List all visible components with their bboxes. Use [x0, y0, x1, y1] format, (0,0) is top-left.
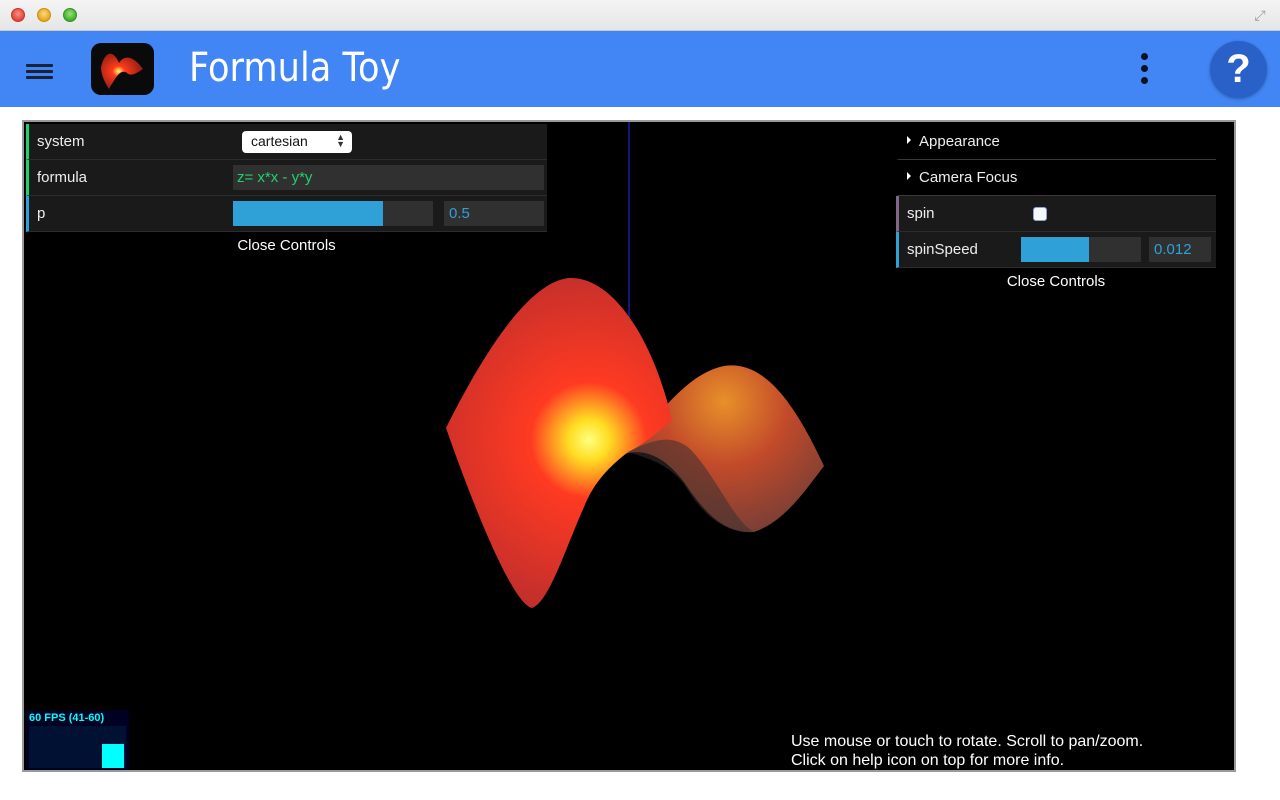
formula-controls-panel: system cartesian ▲ ▼ formula z= x*x - y*y…	[26, 124, 547, 260]
more-vertical-icon[interactable]	[1136, 53, 1152, 87]
p-label: p	[37, 205, 46, 222]
usage-hint-line-2: Click on help icon on top for more info.	[791, 752, 1065, 769]
appearance-label: Appearance	[919, 133, 1000, 150]
hamburger-menu-icon[interactable]	[26, 62, 54, 82]
spin-speed-row: spinSpeed 0.012	[896, 232, 1216, 268]
spin-speed-slider[interactable]	[1021, 237, 1141, 262]
p-row: p 0.5	[26, 196, 547, 232]
view-controls-panel: Appearance Camera Focus spin spinSpeed 0…	[896, 124, 1216, 296]
system-label: system	[37, 133, 85, 150]
fps-graph	[29, 726, 126, 768]
window-minimize-button[interactable]	[37, 8, 51, 22]
fps-text: 60 FPS (41-60)	[29, 712, 105, 724]
camera-focus-folder[interactable]: Camera Focus	[896, 160, 1216, 196]
window-close-button[interactable]	[11, 8, 25, 22]
folder-collapsed-icon	[907, 172, 911, 180]
help-icon[interactable]: ?	[1210, 41, 1267, 98]
system-select[interactable]: cartesian ▲ ▼	[242, 131, 352, 153]
camera-focus-label: Camera Focus	[919, 169, 1018, 186]
p-slider[interactable]	[233, 201, 433, 226]
fullscreen-icon[interactable]: ⤢	[1252, 7, 1268, 23]
window-zoom-button[interactable]	[63, 8, 77, 22]
formula-row: formula z= x*x - y*y	[26, 160, 547, 196]
spin-row: spin	[896, 196, 1216, 232]
window-titlebar: ⤢	[0, 0, 1280, 31]
fps-stats-widget[interactable]: 60 FPS (41-60)	[26, 710, 129, 770]
spin-speed-value-input[interactable]: 0.012	[1149, 237, 1211, 262]
spin-speed-slider-fill	[1021, 237, 1090, 262]
system-select-value: cartesian	[251, 133, 308, 149]
spin-checkbox[interactable]	[1033, 207, 1047, 221]
p-value-input[interactable]: 0.5	[444, 201, 544, 226]
usage-hint-line-1: Use mouse or touch to rotate. Scroll to …	[791, 733, 1144, 750]
formula-input[interactable]: z= x*x - y*y	[233, 165, 544, 190]
usage-hint: Use mouse or touch to rotate. Scroll to …	[791, 732, 1143, 770]
app-title: Formula Toy	[189, 45, 401, 91]
app-bar: Formula Toy ?	[0, 31, 1280, 107]
select-arrows-icon: ▲ ▼	[336, 132, 345, 149]
appearance-folder[interactable]: Appearance	[896, 124, 1216, 160]
formula-label: formula	[37, 169, 88, 186]
close-controls-button-right[interactable]: Close Controls	[896, 268, 1216, 296]
close-controls-button-left[interactable]: Close Controls	[26, 232, 547, 260]
app-logo	[91, 43, 154, 95]
spin-label: spin	[907, 205, 935, 222]
spin-speed-label: spinSpeed	[907, 241, 978, 258]
render-viewport[interactable]: system cartesian ▲ ▼ formula z= x*x - y*y…	[22, 120, 1236, 772]
fps-graph-bar	[102, 744, 124, 768]
p-slider-fill	[233, 201, 383, 226]
system-row: system cartesian ▲ ▼	[26, 124, 547, 160]
folder-collapsed-icon	[907, 136, 911, 144]
